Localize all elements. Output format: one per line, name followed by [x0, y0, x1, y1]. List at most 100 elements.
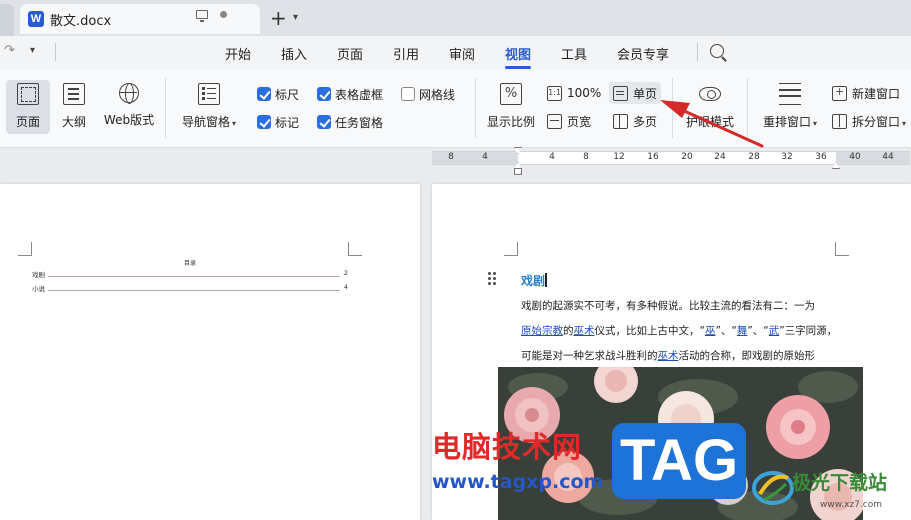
rearrange-windows-button[interactable]: 重排窗口 ▾	[758, 80, 822, 134]
rearrange-windows-icon	[779, 83, 801, 105]
nav-pane-label: 导航窗格 ▾	[181, 115, 237, 129]
toc-entry-title: 戏剧	[32, 271, 45, 279]
multi-page-button[interactable]: 多页	[609, 110, 661, 132]
ruler-number: 4	[482, 152, 488, 162]
toc-leader-line	[48, 276, 340, 277]
toc-entry[interactable]: 小说 4	[32, 283, 348, 293]
previous-tab-stub[interactable]	[0, 4, 14, 36]
hyperlink[interactable]: 巫	[705, 325, 716, 337]
toc-entry[interactable]: 戏剧 2	[32, 269, 348, 279]
margin-corner-mark	[18, 242, 32, 256]
hyperlink[interactable]: 原始宗教	[521, 325, 563, 337]
new-tab-button[interactable]: +	[270, 6, 287, 30]
ruler-number: 8	[448, 152, 454, 162]
page-view-icon	[17, 83, 39, 105]
margin-corner-mark	[504, 242, 518, 256]
menu-reference[interactable]: 引用	[393, 44, 419, 63]
new-window-icon	[832, 85, 847, 101]
text-run: 可能是对一种乞求战斗胜利的	[521, 350, 658, 362]
outline-view-button[interactable]: 大纲	[54, 80, 94, 134]
chevron-down-icon[interactable]: ▾	[293, 12, 298, 23]
watermark-site-url: www.tagxp.com	[432, 471, 604, 493]
menu-view[interactable]: 视图	[505, 44, 531, 63]
text-cursor	[545, 273, 547, 287]
toc-entry-page: 4	[343, 283, 348, 291]
menu-membership[interactable]: 会员专享	[617, 44, 669, 63]
hyperlink[interactable]: 武	[769, 325, 780, 337]
active-menu-indicator	[505, 66, 531, 69]
ruler-number: 12	[613, 152, 625, 162]
page-1[interactable]	[0, 184, 420, 520]
task-pane-checkbox[interactable]: 任务窗格	[317, 113, 383, 131]
gridlines-checkbox[interactable]: 网格线	[401, 85, 455, 103]
page-view-label: 页面	[15, 115, 40, 129]
eye-mode-button[interactable]: 护眼模式	[682, 80, 738, 134]
zoom-100-button[interactable]: 1:1 100%	[543, 82, 605, 104]
ruler-number: 20	[681, 152, 693, 162]
search-icon[interactable]	[710, 44, 724, 58]
hyperlink[interactable]: 巫术	[658, 350, 679, 362]
quick-access-chevron-icon[interactable]: ▾	[30, 45, 35, 56]
ruler-margin-left	[432, 152, 518, 164]
menu-insert[interactable]: 插入	[281, 44, 307, 63]
eye-mode-label: 护眼模式	[685, 115, 734, 129]
ruler-margin-right	[836, 152, 910, 164]
document-tab[interactable]: W 散文.docx	[20, 4, 260, 34]
text-run: ”、“	[715, 325, 737, 337]
markup-checkbox[interactable]: 标记	[257, 113, 299, 131]
section-heading[interactable]: 戏剧	[521, 272, 545, 289]
nav-pane-button[interactable]: 导航窗格 ▾	[176, 80, 242, 134]
ruler-number: 4	[549, 152, 555, 162]
page-width-button[interactable]: 页宽	[543, 110, 595, 132]
outline-icon	[63, 83, 85, 105]
menu-start[interactable]: 开始	[225, 44, 251, 63]
eye-icon	[699, 87, 721, 101]
table-gridlines-checkbox[interactable]: 表格虚框	[317, 85, 383, 103]
ruler-number: 44	[882, 152, 894, 162]
menu-tools[interactable]: 工具	[561, 44, 587, 63]
hyperlink[interactable]: 巫术	[574, 325, 595, 337]
unsaved-dot-icon[interactable]	[220, 11, 227, 18]
toc-entry-title: 小说	[32, 285, 45, 293]
checkbox-checked-icon	[317, 115, 331, 129]
page-width-icon	[547, 113, 562, 129]
watermark-download-logo	[752, 464, 794, 508]
ruler-checkbox-label: 标尺	[275, 87, 300, 102]
ruler-number: 16	[647, 152, 659, 162]
new-window-button[interactable]: 新建窗口	[828, 82, 904, 104]
redo-icon[interactable]: ↷	[4, 43, 15, 58]
ruler-number: 36	[815, 152, 827, 162]
single-page-button[interactable]: 单页	[609, 82, 662, 104]
monitor-icon[interactable]	[196, 10, 208, 22]
ruler-number: 32	[781, 152, 793, 162]
web-layout-button[interactable]: Web版式	[100, 80, 158, 134]
nav-pane-icon	[198, 83, 220, 105]
document-tab-title: 散文.docx	[50, 13, 112, 29]
margin-corner-mark	[348, 242, 362, 256]
menu-page[interactable]: 页面	[337, 44, 363, 63]
page-width-label: 页宽	[567, 114, 592, 129]
menu-review[interactable]: 审阅	[449, 44, 475, 63]
divider	[747, 78, 748, 138]
paragraph-line[interactable]: 戏剧的起源实不可考，有多种假说。比较主流的看法有二：一为	[521, 298, 815, 313]
ruler-number: 28	[748, 152, 760, 162]
task-pane-checkbox-label: 任务窗格	[335, 115, 384, 130]
zoom-100-label: 100%	[567, 86, 602, 100]
new-window-label: 新建窗口	[852, 86, 901, 101]
split-window-button[interactable]: 拆分窗口 ▾	[828, 110, 910, 132]
left-indent-marker[interactable]	[514, 168, 522, 175]
paragraph-line[interactable]: 可能是对一种乞求战斗胜利的巫术活动的合称，即戏剧的原始形	[521, 348, 815, 363]
divider	[55, 43, 56, 61]
paragraph-line[interactable]: 原始宗教的巫术仪式，比如上古中文，“巫”、“舞”、“武”三字同源，	[521, 323, 837, 338]
checkbox-checked-icon	[257, 87, 271, 101]
page-view-button[interactable]: 页面	[6, 80, 50, 134]
zoom-ratio-button[interactable]: % 显示比例	[484, 80, 538, 134]
divider	[697, 43, 698, 61]
watermark-download-site-name: 极光下载站	[792, 472, 888, 494]
hyperlink[interactable]: 舞	[737, 325, 748, 337]
text-run: ”三字同源，	[779, 325, 838, 337]
toc-title: 目录	[184, 260, 197, 267]
ruler-checkbox[interactable]: 标尺	[257, 85, 299, 103]
paragraph-drag-handle[interactable]	[488, 272, 496, 286]
zoom-ratio-label: 显示比例	[486, 115, 535, 129]
